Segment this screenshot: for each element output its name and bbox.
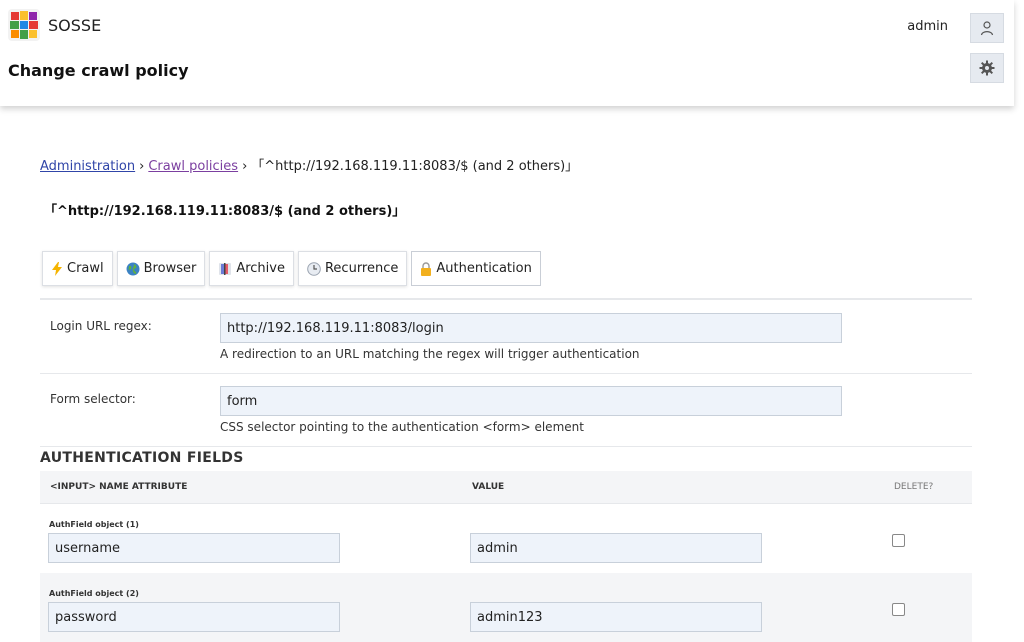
sosse-logo-icon bbox=[8, 9, 40, 41]
login-url-input[interactable] bbox=[220, 313, 842, 343]
archive-book-icon bbox=[219, 262, 232, 275]
tab-browser[interactable]: Browser bbox=[116, 251, 206, 286]
globe-icon bbox=[126, 262, 140, 275]
column-value: VALUE bbox=[472, 482, 505, 492]
auth-field-value-input[interactable] bbox=[470, 533, 762, 563]
login-url-label: Login URL regex: bbox=[50, 319, 152, 333]
brand[interactable]: SOSSE bbox=[8, 9, 101, 41]
login-url-row: Login URL regex: A redirection to an URL… bbox=[40, 300, 972, 374]
auth-field-label: AuthField object (1) bbox=[49, 520, 139, 529]
breadcrumb-current: 「^http://192.168.119.11:8083/$ (and 2 ot… bbox=[251, 159, 579, 174]
header: SOSSE Change crawl policy admin bbox=[0, 0, 1014, 106]
form-selector-help: CSS selector pointing to the authenticat… bbox=[220, 420, 584, 434]
auth-field-row: AuthField object (1) bbox=[40, 504, 972, 574]
breadcrumb-administration[interactable]: Administration bbox=[40, 159, 135, 174]
form-selector-input[interactable] bbox=[220, 386, 842, 416]
lightning-icon bbox=[52, 261, 62, 276]
tab-archive[interactable]: Archive bbox=[209, 251, 294, 286]
auth-fields-title: AUTHENTICATION FIELDS bbox=[40, 450, 244, 466]
app-name: SOSSE bbox=[48, 15, 102, 35]
auth-fields-header: <INPUT> NAME ATTRIBUTE VALUE DELETE? bbox=[40, 471, 972, 504]
tab-authentication[interactable]: Authentication bbox=[411, 251, 541, 286]
auth-field-delete-checkbox[interactable] bbox=[892, 534, 905, 547]
form-selector-row: Form selector: CSS selector pointing to … bbox=[40, 373, 972, 447]
auth-field-delete-checkbox[interactable] bbox=[892, 603, 905, 616]
login-url-help: A redirection to an URL matching the reg… bbox=[220, 347, 640, 361]
tab-recurrence[interactable]: Recurrence bbox=[297, 251, 408, 286]
auth-field-value-input[interactable] bbox=[470, 602, 762, 632]
breadcrumb-crawl-policies[interactable]: Crawl policies bbox=[148, 159, 238, 174]
gear-icon bbox=[979, 60, 995, 76]
user-icon bbox=[980, 21, 994, 36]
clock-icon bbox=[307, 261, 321, 276]
column-delete: DELETE? bbox=[894, 482, 934, 492]
user-name: admin bbox=[907, 19, 948, 34]
auth-field-label: AuthField object (2) bbox=[49, 589, 139, 598]
policy-tabs: Crawl Browser Archive Recurrence Authent… bbox=[42, 251, 545, 286]
breadcrumb: Administration › Crawl policies › 「^http://1… bbox=[40, 159, 579, 174]
form-selector-label: Form selector: bbox=[50, 392, 136, 406]
column-name-attribute: <INPUT> NAME ATTRIBUTE bbox=[50, 482, 188, 492]
user-menu-button[interactable] bbox=[970, 13, 1004, 43]
tab-crawl[interactable]: Crawl bbox=[42, 251, 113, 286]
auth-field-row: AuthField object (2) bbox=[40, 573, 972, 642]
policy-heading: 「^http://192.168.119.11:8083/$ (and 2 ot… bbox=[44, 204, 406, 219]
auth-field-name-input[interactable] bbox=[48, 602, 340, 632]
auth-field-name-input[interactable] bbox=[48, 533, 340, 563]
settings-button[interactable] bbox=[970, 53, 1004, 83]
page-title: Change crawl policy bbox=[8, 61, 189, 80]
lock-icon bbox=[421, 261, 432, 276]
